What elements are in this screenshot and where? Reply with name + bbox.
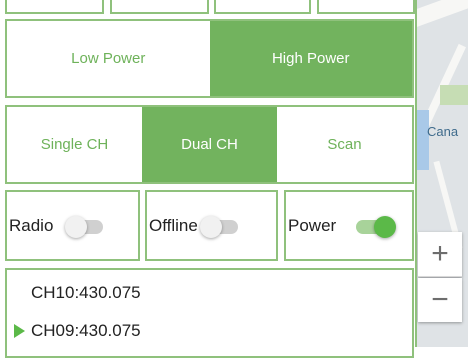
play-icon — [14, 324, 25, 338]
channel-item[interactable]: CH09:430.075 — [7, 316, 141, 346]
power-toggle-box: Power — [284, 190, 414, 261]
map-road — [415, 0, 468, 28]
radio-label: Radio — [9, 215, 54, 235]
radio-switch[interactable] — [65, 212, 105, 240]
offline-toggle-box: Offline — [145, 190, 278, 261]
power-switch[interactable] — [354, 212, 397, 240]
zoom-in-button[interactable]: + — [418, 232, 462, 277]
switch-thumb — [65, 215, 88, 238]
zoom-out-button[interactable]: − — [418, 278, 462, 322]
channel-item[interactable]: CH10:430.075 — [7, 278, 141, 308]
scan-button[interactable]: Scan — [277, 107, 412, 182]
top-row-cell — [5, 0, 104, 14]
channel-list: CH10:430.075 CH09:430.075 — [5, 268, 414, 358]
channel-mode-selector: Single CH Dual CH Scan — [5, 105, 414, 184]
high-power-button[interactable]: High Power — [209, 21, 412, 96]
offline-switch[interactable] — [199, 212, 240, 240]
low-power-button[interactable]: Low Power — [7, 21, 210, 96]
dual-ch-button[interactable]: Dual CH — [142, 107, 277, 182]
map-water — [415, 110, 429, 170]
top-row-cell — [214, 0, 311, 14]
offline-label: Offline — [149, 215, 198, 235]
channel-label: CH09:430.075 — [31, 321, 141, 340]
power-mode-selector: Low Power High Power — [5, 19, 414, 98]
top-row-cell — [317, 0, 415, 14]
map-place-label: Cana — [427, 124, 459, 139]
single-ch-button[interactable]: Single CH — [7, 107, 142, 182]
channel-label: CH10:430.075 — [31, 283, 141, 302]
power-label: Power — [288, 215, 337, 235]
switch-thumb — [374, 215, 397, 238]
switch-thumb — [199, 215, 222, 238]
radio-toggle-box: Radio — [5, 190, 140, 261]
control-panel: Low Power High Power Single CH Dual CH S… — [0, 0, 417, 358]
map-park — [440, 85, 468, 105]
top-row-cell — [110, 0, 209, 14]
